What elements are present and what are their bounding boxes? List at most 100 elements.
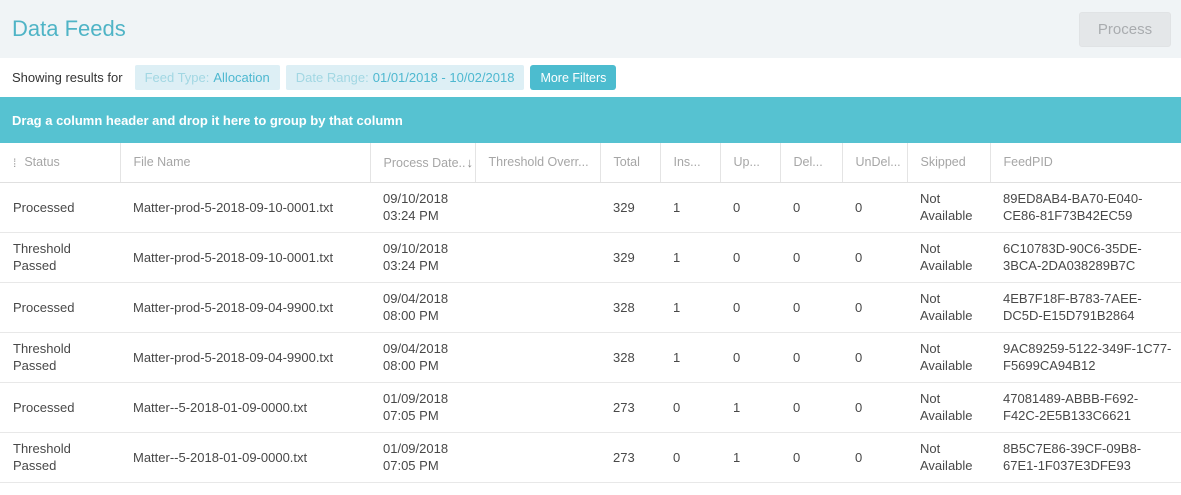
column-header-deleted[interactable]: Del... xyxy=(780,143,842,182)
cell-skipped: Not Available xyxy=(907,382,990,432)
process-date-value: 09/04/2018 xyxy=(383,290,467,307)
table-row[interactable]: Threshold Passed Matter-prod-5-2018-09-0… xyxy=(0,332,1181,382)
column-header-undeleted[interactable]: UnDel... xyxy=(842,143,907,182)
column-header-skipped[interactable]: Skipped xyxy=(907,143,990,182)
column-header-feedpid[interactable]: FeedPID xyxy=(990,143,1181,182)
filter-chip-value: 01/01/2018 - 10/02/2018 xyxy=(373,70,515,85)
process-date-value: 01/09/2018 xyxy=(383,390,467,407)
cell-deleted: 0 xyxy=(780,382,842,432)
process-time-value: 08:00 PM xyxy=(383,357,467,374)
column-header-label: UnDel... xyxy=(856,155,901,169)
process-time-value: 08:00 PM xyxy=(383,307,467,324)
cell-updated: 0 xyxy=(720,182,780,232)
cell-threshold-overridden xyxy=(475,282,600,332)
process-time-value: 03:24 PM xyxy=(383,207,467,224)
cell-process-date: 09/10/2018 03:24 PM xyxy=(370,232,475,282)
cell-process-date: 01/09/2018 07:05 PM xyxy=(370,432,475,482)
cell-status: Threshold Passed xyxy=(0,232,120,282)
process-button[interactable]: Process xyxy=(1079,12,1171,47)
cell-inserted: 0 xyxy=(660,382,720,432)
process-date-value: 09/04/2018 xyxy=(383,340,467,357)
cell-status: Processed xyxy=(0,182,120,232)
cell-status: Threshold Passed xyxy=(0,432,120,482)
page-title: Data Feeds xyxy=(12,16,126,42)
cell-file-name: Matter--5-2018-01-09-0000.txt xyxy=(120,432,370,482)
cell-deleted: 0 xyxy=(780,332,842,382)
cell-feedpid: 6C10783D-90C6-35DE-3BCA-2DA038289B7C xyxy=(990,232,1181,282)
table-row[interactable]: Processed Matter-prod-5-2018-09-04-9900.… xyxy=(0,282,1181,332)
column-header-status[interactable]: ⁞ Status xyxy=(0,143,120,182)
cell-threshold-overridden xyxy=(475,232,600,282)
filter-chip-value: Allocation xyxy=(213,70,269,85)
cell-file-name: Matter-prod-5-2018-09-10-0001.txt xyxy=(120,232,370,282)
cell-skipped: Not Available xyxy=(907,432,990,482)
cell-file-name: Matter-prod-5-2018-09-04-9900.txt xyxy=(120,332,370,382)
column-header-label: Skipped xyxy=(921,155,966,169)
cell-process-date: 09/04/2018 08:00 PM xyxy=(370,332,475,382)
column-header-label: FeedPID xyxy=(1004,155,1053,169)
data-feeds-table: ⁞ Status File Name Process Date..↓ Thresh… xyxy=(0,143,1181,483)
cell-feedpid: 8B5C7E86-39CF-09B8-67E1-1F037E3DFE93 xyxy=(990,432,1181,482)
cell-inserted: 1 xyxy=(660,182,720,232)
cell-total: 328 xyxy=(600,332,660,382)
more-filters-button[interactable]: More Filters xyxy=(530,65,616,90)
cell-inserted: 1 xyxy=(660,282,720,332)
cell-updated: 1 xyxy=(720,432,780,482)
column-header-label: Status xyxy=(24,155,59,169)
column-header-label: Process Date.. xyxy=(384,156,466,170)
cell-file-name: Matter-prod-5-2018-09-04-9900.txt xyxy=(120,282,370,332)
process-time-value: 07:05 PM xyxy=(383,407,467,424)
cell-threshold-overridden xyxy=(475,432,600,482)
cell-process-date: 09/04/2018 08:00 PM xyxy=(370,282,475,332)
cell-updated: 0 xyxy=(720,282,780,332)
cell-feedpid: 9AC89259-5122-349F-1C77-F5699CA94B12 xyxy=(990,332,1181,382)
cell-skipped: Not Available xyxy=(907,282,990,332)
cell-file-name: Matter-prod-5-2018-09-10-0001.txt xyxy=(120,182,370,232)
cell-feedpid: 89ED8AB4-BA70-E040-CE86-81F73B42EC59 xyxy=(990,182,1181,232)
cell-feedpid: 4EB7F18F-B783-7AEE-DC5D-E15D791B2864 xyxy=(990,282,1181,332)
column-grip-icon[interactable]: ⁞ xyxy=(13,156,16,170)
group-by-drop-zone[interactable]: Drag a column header and drop it here to… xyxy=(0,97,1181,143)
filter-bar: Showing results for Feed Type: Allocatio… xyxy=(0,58,1181,97)
column-header-label: Threshold Overr... xyxy=(489,155,589,169)
cell-process-date: 09/10/2018 03:24 PM xyxy=(370,182,475,232)
table-row[interactable]: Processed Matter-prod-5-2018-09-10-0001.… xyxy=(0,182,1181,232)
cell-undeleted: 0 xyxy=(842,182,907,232)
column-header-total[interactable]: Total xyxy=(600,143,660,182)
filter-chip-date-range[interactable]: Date Range: 01/01/2018 - 10/02/2018 xyxy=(286,65,525,90)
cell-threshold-overridden xyxy=(475,332,600,382)
table-row[interactable]: Processed Matter--5-2018-01-09-0000.txt … xyxy=(0,382,1181,432)
table-row[interactable]: Threshold Passed Matter-prod-5-2018-09-1… xyxy=(0,232,1181,282)
cell-updated: 0 xyxy=(720,332,780,382)
cell-undeleted: 0 xyxy=(842,282,907,332)
filter-chip-label: Date Range: xyxy=(296,70,369,85)
column-header-updated[interactable]: Up... xyxy=(720,143,780,182)
cell-status: Processed xyxy=(0,282,120,332)
table-header-row: ⁞ Status File Name Process Date..↓ Thresh… xyxy=(0,143,1181,182)
column-header-threshold-overridden[interactable]: Threshold Overr... xyxy=(475,143,600,182)
column-header-process-date[interactable]: Process Date..↓ xyxy=(370,143,475,182)
cell-deleted: 0 xyxy=(780,232,842,282)
filter-chip-feed-type[interactable]: Feed Type: Allocation xyxy=(135,65,280,90)
cell-threshold-overridden xyxy=(475,182,600,232)
cell-updated: 0 xyxy=(720,232,780,282)
process-time-value: 03:24 PM xyxy=(383,257,467,274)
column-header-label: Del... xyxy=(794,155,823,169)
column-header-label: Total xyxy=(614,155,640,169)
column-header-label: Ins... xyxy=(674,155,701,169)
cell-status: Threshold Passed xyxy=(0,332,120,382)
column-header-inserted[interactable]: Ins... xyxy=(660,143,720,182)
cell-undeleted: 0 xyxy=(842,432,907,482)
cell-inserted: 1 xyxy=(660,332,720,382)
column-header-file-name[interactable]: File Name xyxy=(120,143,370,182)
cell-total: 329 xyxy=(600,232,660,282)
cell-status: Processed xyxy=(0,382,120,432)
showing-results-label: Showing results for xyxy=(12,70,123,85)
column-header-label: Up... xyxy=(734,155,760,169)
cell-total: 328 xyxy=(600,282,660,332)
table-row[interactable]: Threshold Passed Matter--5-2018-01-09-00… xyxy=(0,432,1181,482)
column-header-label: File Name xyxy=(134,155,191,169)
cell-total: 329 xyxy=(600,182,660,232)
cell-total: 273 xyxy=(600,382,660,432)
cell-undeleted: 0 xyxy=(842,232,907,282)
